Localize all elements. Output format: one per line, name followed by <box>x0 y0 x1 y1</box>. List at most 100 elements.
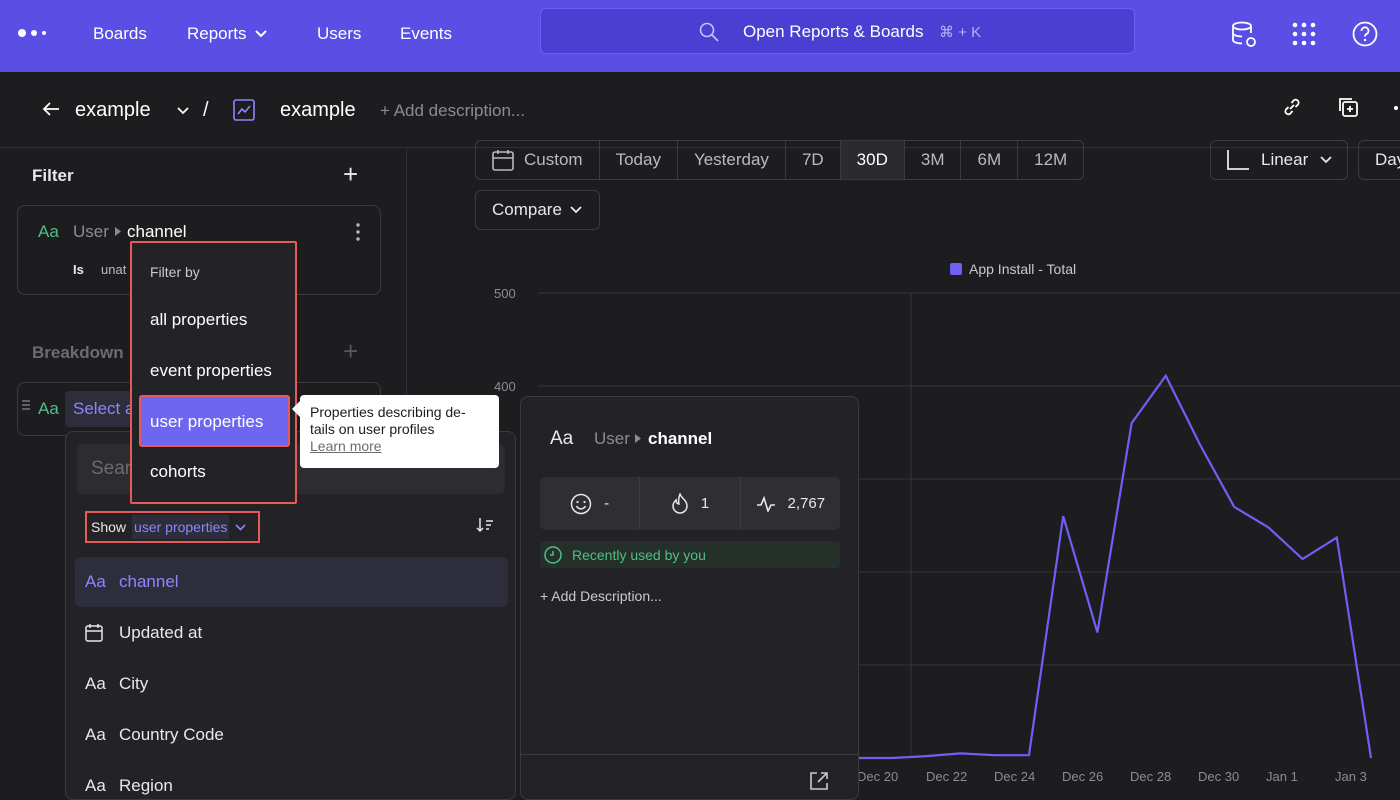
chevron-down-icon[interactable] <box>177 107 189 115</box>
property-stats: - 1 2,767 <box>540 477 840 530</box>
string-type-icon: Aa <box>85 674 106 693</box>
breakdown-select-input[interactable]: Select a <box>65 391 135 427</box>
report-title[interactable]: example <box>280 99 356 122</box>
string-type-icon: Aa <box>550 428 574 449</box>
clock-icon <box>544 545 562 564</box>
database-settings-icon[interactable] <box>1231 20 1259 50</box>
x-tick-label: Dec 24 <box>994 769 1036 784</box>
user-properties-tooltip: Properties describing de- tails on user … <box>292 395 499 468</box>
filter-operator[interactable]: Is <box>73 262 84 277</box>
date-custom-button[interactable]: Custom <box>476 141 600 179</box>
sort-icon[interactable] <box>476 517 494 533</box>
detail-property: channel <box>648 429 713 448</box>
filter-section-title: Filter <box>32 166 74 185</box>
interval-day-dropdown[interactable]: Day <box>1358 140 1400 180</box>
search-bar[interactable]: Open Reports & Boards ⌘ + K <box>540 8 1135 54</box>
x-tick-label: Dec 28 <box>1130 769 1172 784</box>
x-tick-label: Dec 30 <box>1198 769 1240 784</box>
property-item-country-code[interactable]: Aa Country Code <box>75 710 508 760</box>
string-type-icon: Aa <box>38 399 59 418</box>
property-item-updated-at[interactable]: Updated at <box>75 608 508 658</box>
caret-right-icon <box>115 227 121 236</box>
date-range-selector: Custom Today Yesterday 7D 30D 3M 6M 12M <box>475 140 1085 180</box>
nav-events[interactable]: Events <box>400 24 452 44</box>
add-description-link[interactable]: + Add description... <box>380 101 525 121</box>
date-today-button[interactable]: Today <box>600 141 678 179</box>
calendar-icon <box>492 150 514 171</box>
drag-handle-icon[interactable] <box>22 400 30 410</box>
menu-item-cohorts[interactable]: cohorts <box>150 462 206 482</box>
search-text: Open Reports & Boards <box>743 22 924 41</box>
date-6m-button[interactable]: 6M <box>961 141 1019 179</box>
smiley-icon <box>570 493 592 514</box>
chevron-down-icon <box>235 523 246 531</box>
add-description-link[interactable]: + Add Description... <box>540 588 662 604</box>
x-tick-label: Jan 3 <box>1335 769 1367 784</box>
fire-icon <box>672 492 688 514</box>
apps-grid-icon[interactable] <box>1292 22 1316 46</box>
learn-more-link[interactable]: Learn more <box>310 438 489 455</box>
calendar-icon <box>75 624 119 642</box>
activity-icon <box>756 495 775 512</box>
duplicate-icon[interactable] <box>1337 96 1359 118</box>
x-tick-label: Jan 1 <box>1266 769 1298 784</box>
stat-popularity: 1 <box>640 477 741 530</box>
project-name[interactable]: example <box>75 99 151 122</box>
chevron-down-icon <box>1320 156 1332 164</box>
scale-linear-dropdown[interactable]: Linear <box>1210 140 1348 180</box>
string-type-icon: Aa <box>85 725 106 744</box>
stat-emoji: - <box>540 477 641 530</box>
breakdown-section-title: Breakdown <box>32 343 124 362</box>
series-line-app-install-total <box>858 373 1373 760</box>
recently-used-badge: Recently used by you <box>540 541 840 568</box>
nav-boards[interactable]: Boards <box>93 24 147 44</box>
back-arrow-icon[interactable] <box>42 101 60 117</box>
caret-right-icon <box>635 434 641 443</box>
filter-value[interactable]: unat <box>101 262 126 277</box>
kebab-menu-icon[interactable] <box>356 223 360 241</box>
show-label: Show <box>91 519 127 535</box>
legend-swatch <box>950 263 962 275</box>
property-item-region[interactable]: Aa Region <box>75 761 508 800</box>
date-12m-button[interactable]: 12M <box>1018 141 1083 179</box>
string-type-icon: Aa <box>85 572 106 591</box>
property-item-channel[interactable]: Aa channel <box>75 557 508 607</box>
property-detail-card: Aa User channel - 1 2,767 Recently used … <box>520 396 859 800</box>
show-value: user properties <box>132 515 230 539</box>
x-tick-label: Dec 26 <box>1062 769 1104 784</box>
date-3m-button[interactable]: 3M <box>905 141 962 179</box>
search-shortcut: ⌘ + K <box>939 24 982 41</box>
compare-dropdown[interactable]: Compare <box>475 190 600 230</box>
filter-property: channel <box>127 222 187 241</box>
nav-users[interactable]: Users <box>317 24 361 44</box>
search-icon <box>699 22 719 42</box>
property-item-city[interactable]: Aa City <box>75 659 508 709</box>
show-properties-dropdown[interactable]: Show user properties <box>85 511 260 543</box>
detail-entity: User <box>594 429 630 448</box>
nav-reports[interactable]: Reports <box>187 24 267 44</box>
filter-by-title: Filter by <box>150 264 200 280</box>
menu-item-user-properties[interactable]: user properties <box>139 395 290 447</box>
add-filter-plus-icon[interactable]: + <box>343 161 358 187</box>
chevron-down-icon <box>570 206 582 214</box>
y-tick-label: 500 <box>494 286 516 301</box>
filter-by-menu: Filter by all properties event propertie… <box>130 241 297 504</box>
add-breakdown-plus-icon[interactable]: + <box>343 338 358 364</box>
x-tick-label: Dec 20 <box>857 769 899 784</box>
date-yesterday-button[interactable]: Yesterday <box>678 141 786 179</box>
date-30d-button[interactable]: 30D <box>840 141 905 179</box>
insights-chart-icon <box>233 99 255 121</box>
date-7d-button[interactable]: 7D <box>786 141 841 179</box>
axis-icon <box>1227 150 1249 170</box>
menu-item-event-properties[interactable]: event properties <box>150 361 272 381</box>
link-icon[interactable] <box>1281 96 1303 118</box>
menu-item-all-properties[interactable]: all properties <box>150 310 247 330</box>
logo-icon[interactable] <box>18 27 48 39</box>
string-type-icon: Aa <box>38 222 59 241</box>
more-options-icon[interactable] <box>1392 104 1400 112</box>
breadcrumb-separator: / <box>203 99 209 121</box>
top-nav: Boards Reports Users Events Open Reports… <box>0 0 1400 72</box>
y-tick-label: 400 <box>494 379 516 394</box>
external-link-icon[interactable] <box>809 771 829 791</box>
help-icon[interactable] <box>1352 21 1378 47</box>
